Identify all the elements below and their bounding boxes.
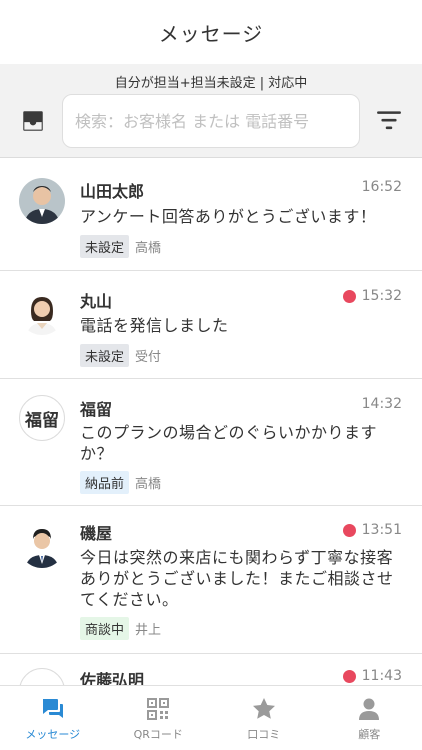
unread-indicator xyxy=(342,523,356,537)
message-preview: 電話を発信しました xyxy=(80,316,229,335)
message-preview: アンケート回答ありがとうございます！ xyxy=(80,207,377,226)
inbox-icon[interactable] xyxy=(20,108,46,134)
filter-icon[interactable] xyxy=(376,109,402,131)
filter-status-text[interactable]: 自分が担当+担当未設定 | 対応中 xyxy=(0,72,422,91)
contact-name: 福留 xyxy=(80,400,113,419)
avatar: 福留 xyxy=(19,395,65,441)
status-badge: 納品前 xyxy=(80,471,130,494)
message-time: 16:52 xyxy=(362,179,402,195)
tab-label: 顧客 xyxy=(358,728,381,741)
time-label: 16:52 xyxy=(361,179,402,195)
assignee-label: 高橋 xyxy=(135,241,162,256)
avatar xyxy=(19,522,65,568)
message-time: 11:43 xyxy=(342,668,402,684)
tag-line: 未設定 高橋 xyxy=(80,235,161,258)
status-badge: 未設定 xyxy=(80,235,130,258)
person-icon xyxy=(359,698,380,720)
message-time: 13:51 xyxy=(342,522,402,538)
contact-name: 山田太郎 xyxy=(80,182,145,201)
tab-label: 口コミ xyxy=(247,728,281,741)
message-time: 14:32 xyxy=(362,396,402,412)
search-input[interactable] xyxy=(62,94,360,148)
tag-line: 未設定 受付 xyxy=(80,344,161,367)
time-label: 15:32 xyxy=(361,288,402,304)
tab-bar: メッセージ QRコード 口コミ 顧客 xyxy=(0,685,422,750)
time-label: 13:51 xyxy=(361,522,402,538)
avatar xyxy=(19,178,65,224)
avatar xyxy=(19,289,65,335)
conversation-list: 山田太郎 16:52 アンケート回答ありがとうございます！ 未設定 高橋 丸山 … xyxy=(0,158,422,734)
message-preview: このプランの場合どのぐらいかかりますか？ xyxy=(80,423,378,463)
status-badge: 商談中 xyxy=(80,617,130,640)
unread-indicator xyxy=(342,669,356,683)
assignee-label: 高橋 xyxy=(135,477,162,492)
tab-reviews[interactable]: 口コミ xyxy=(211,686,317,750)
assignee-label: 受付 xyxy=(135,350,162,365)
tab-label: QRコード xyxy=(133,728,183,741)
tab-messages[interactable]: メッセージ xyxy=(0,686,106,750)
tag-line: 商談中 井上 xyxy=(80,617,161,640)
conversation-row[interactable]: 磯屋 13:51 今日は突然の来店にも関わらず丁寧な接客ありがとうございました！… xyxy=(0,506,422,654)
conversation-row[interactable]: 丸山 15:32 電話を発信しました 未設定 受付 xyxy=(0,271,422,379)
star-icon xyxy=(252,698,275,719)
filter-area: 自分が担当+担当未設定 | 対応中 xyxy=(0,64,422,158)
conversation-row[interactable]: 福留 福留 14:32 このプランの場合どのぐらいかかりますか？ 納品前 高橋 xyxy=(0,379,422,506)
unread-indicator xyxy=(342,289,356,303)
message-time: 15:32 xyxy=(342,288,402,304)
time-label: 11:43 xyxy=(361,668,402,684)
conversation-row[interactable]: 山田太郎 16:52 アンケート回答ありがとうございます！ 未設定 高橋 xyxy=(0,158,422,271)
page-title: メッセージ xyxy=(158,21,264,46)
assignee-label: 井上 xyxy=(135,623,162,638)
app-header: メッセージ xyxy=(0,0,422,64)
message-preview: 今日は突然の来店にも関わらず丁寧な接客ありがとうございました！またご相談させてく… xyxy=(80,548,394,609)
tab-label: メッセージ xyxy=(25,728,81,741)
status-badge: 未設定 xyxy=(80,344,130,367)
contact-name: 丸山 xyxy=(80,292,113,311)
tab-customers[interactable]: 顧客 xyxy=(317,686,422,750)
qr-code-icon xyxy=(147,698,170,720)
contact-name: 磯屋 xyxy=(80,524,113,543)
time-label: 14:32 xyxy=(361,396,402,412)
tag-line: 納品前 高橋 xyxy=(80,471,161,494)
tab-qr-code[interactable]: QRコード xyxy=(106,686,212,750)
chat-bubbles-icon xyxy=(42,699,63,718)
